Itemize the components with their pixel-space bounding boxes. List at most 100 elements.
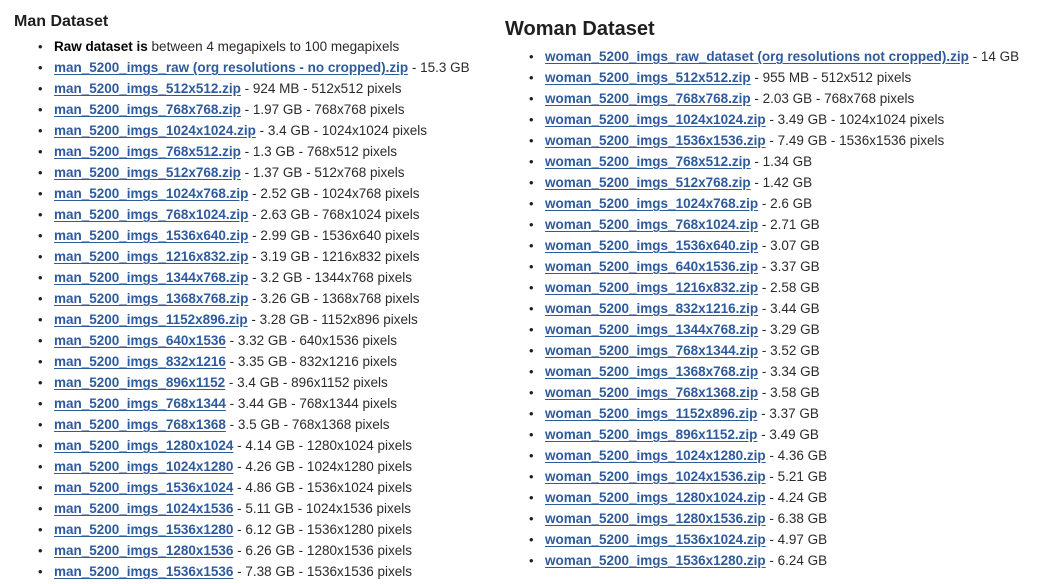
man-download-link[interactable]: man_5200_imgs_768x768.zip [54, 102, 241, 117]
bullet-icon: • [38, 480, 43, 495]
man-download-link[interactable]: man_5200_imgs_1536x640.zip [54, 228, 248, 243]
woman-download-link[interactable]: woman_5200_imgs_768x1344.zip [545, 343, 758, 358]
file-size-description: - 3.44 GB [758, 301, 820, 316]
bullet-icon: • [529, 553, 534, 568]
man-file-item: • man_5200_imgs_1024x768.zip - 2.52 GB - … [14, 183, 470, 204]
man-download-link[interactable]: man_5200_imgs_512x768.zip [54, 165, 241, 180]
woman-download-link[interactable]: woman_5200_imgs_1536x640.zip [545, 238, 758, 253]
woman-download-link[interactable]: woman_5200_imgs_768x768.zip [545, 91, 751, 106]
man-file-item: • man_5200_imgs_1024x1280 - 4.26 GB - 102… [14, 456, 470, 477]
man-download-link[interactable]: man_5200_imgs_1536x1280 [54, 522, 233, 537]
woman-download-link[interactable]: woman_5200_imgs_1368x768.zip [545, 364, 758, 379]
woman-download-link[interactable]: woman_5200_imgs_1536x1536.zip [545, 133, 766, 148]
woman-download-link[interactable]: woman_5200_imgs_512x512.zip [545, 70, 751, 85]
man-download-link[interactable]: man_5200_imgs_1280x1024 [54, 438, 233, 453]
file-size-description: - 1.97 GB - 768x768 pixels [240, 102, 405, 117]
woman-file-item: • woman_5200_imgs_1216x832.zip - 2.58 GB [505, 277, 1019, 298]
man-file-item: • man_5200_imgs_1536x1024 - 4.86 GB - 153… [14, 477, 470, 498]
bullet-icon: • [38, 123, 43, 138]
man-download-link[interactable]: man_5200_imgs_1280x1536 [54, 543, 233, 558]
woman-download-link[interactable]: woman_5200_imgs_raw_dataset (org resolut… [545, 49, 969, 64]
woman-file-item: • woman_5200_imgs_832x1216.zip - 3.44 GB [505, 298, 1019, 319]
woman-file-item: • woman_5200_imgs_1344x768.zip - 3.29 GB [505, 319, 1019, 340]
man-download-link[interactable]: man_5200_imgs_768x1344 [54, 396, 226, 411]
bullet-icon: • [529, 448, 534, 463]
bullet-icon: • [529, 91, 534, 106]
file-size-description: - 1.42 GB [750, 175, 813, 190]
man-download-link[interactable]: man_5200_imgs_896x1152 [54, 375, 225, 390]
man-download-link[interactable]: man_5200_imgs_640x1536 [54, 333, 226, 348]
man-download-link[interactable]: man_5200_imgs_1216x832.zip [54, 249, 248, 264]
man-download-link[interactable]: man_5200_imgs_1024x768.zip [54, 186, 248, 201]
woman-file-item: • woman_5200_imgs_896x1152.zip - 3.49 GB [505, 424, 1019, 445]
woman-download-link[interactable]: woman_5200_imgs_1024x1024.zip [545, 112, 766, 127]
man-download-link[interactable]: man_5200_imgs_832x1216 [54, 354, 226, 369]
woman-download-link[interactable]: woman_5200_imgs_512x768.zip [545, 175, 751, 190]
man-download-link[interactable]: man_5200_imgs_1024x1024.zip [54, 123, 256, 138]
woman-download-link[interactable]: woman_5200_imgs_768x512.zip [545, 154, 751, 169]
bullet-icon: • [38, 354, 43, 369]
man-file-item: • man_5200_imgs_768x1344 - 3.44 GB - 768x… [14, 393, 470, 414]
bullet-icon: • [529, 112, 534, 127]
man-download-link[interactable]: man_5200_imgs_1024x1536 [54, 501, 233, 516]
man-download-link[interactable]: man_5200_imgs_1536x1024 [54, 480, 233, 495]
man-file-item: • man_5200_imgs_768x1368 - 3.5 GB - 768x1… [14, 414, 470, 435]
woman-download-link[interactable]: woman_5200_imgs_1024x1536.zip [545, 469, 766, 484]
bullet-icon: • [38, 60, 43, 75]
man-download-link[interactable]: man_5200_imgs_1344x768.zip [54, 270, 248, 285]
man-download-link[interactable]: man_5200_imgs_768x1368 [54, 417, 226, 432]
bullet-icon: • [38, 165, 43, 180]
file-size-description: - 14 GB [968, 49, 1020, 64]
woman-download-link[interactable]: woman_5200_imgs_768x1368.zip [545, 385, 758, 400]
man-file-item: • man_5200_imgs_1152x896.zip - 3.28 GB - … [14, 309, 470, 330]
woman-download-link[interactable]: woman_5200_imgs_1536x1280.zip [545, 553, 766, 568]
bullet-icon: • [529, 532, 534, 547]
woman-download-link[interactable]: woman_5200_imgs_1152x896.zip [545, 406, 757, 421]
man-download-link[interactable]: man_5200_imgs_1024x1280 [54, 459, 233, 474]
woman-download-link[interactable]: woman_5200_imgs_1024x1280.zip [545, 448, 766, 463]
bullet-icon: • [38, 333, 43, 348]
man-file-item: • man_5200_imgs_768x1024.zip - 2.63 GB - … [14, 204, 470, 225]
file-size-description: - 4.14 GB - 1280x1024 pixels [233, 438, 413, 453]
man-download-link[interactable]: man_5200_imgs_512x512.zip [54, 81, 241, 96]
file-size-description: - 7.38 GB - 1536x1536 pixels [233, 564, 413, 579]
woman-download-link[interactable]: woman_5200_imgs_1344x768.zip [545, 322, 758, 337]
man-download-link[interactable]: man_5200_imgs_768x1024.zip [54, 207, 248, 222]
woman-download-link[interactable]: woman_5200_imgs_896x1152.zip [545, 427, 757, 442]
woman-file-item: • woman_5200_imgs_768x1024.zip - 2.71 GB [505, 214, 1019, 235]
woman-download-link[interactable]: woman_5200_imgs_1280x1536.zip [545, 511, 766, 526]
man-file-item: • man_5200_imgs_512x512.zip - 924 MB - 51… [14, 78, 470, 99]
woman-download-link[interactable]: woman_5200_imgs_1280x1024.zip [545, 490, 766, 505]
man-download-link[interactable]: man_5200_imgs_1152x896.zip [54, 312, 248, 327]
file-size-description: - 6.24 GB [765, 553, 828, 568]
bullet-icon: • [529, 238, 534, 253]
man-download-link[interactable]: man_5200_imgs_raw (org resolutions - no … [54, 60, 408, 75]
file-size-description: - 2.58 GB [758, 280, 820, 295]
woman-download-link[interactable]: woman_5200_imgs_1536x1024.zip [545, 532, 766, 547]
woman-download-link[interactable]: woman_5200_imgs_1216x832.zip [545, 280, 758, 295]
file-size-description: - 6.26 GB - 1280x1536 pixels [233, 543, 413, 558]
woman-download-link[interactable]: woman_5200_imgs_640x1536.zip [545, 259, 758, 274]
file-size-description: - 4.26 GB - 1024x1280 pixels [233, 459, 413, 474]
file-size-description: - 3.37 GB [758, 259, 820, 274]
woman-file-item: • woman_5200_imgs_768x512.zip - 1.34 GB [505, 151, 1019, 172]
woman-download-link[interactable]: woman_5200_imgs_832x1216.zip [545, 301, 758, 316]
file-size-description: - 3.32 GB - 640x1536 pixels [225, 333, 397, 348]
bullet-icon: • [529, 217, 534, 232]
man-file-item: • man_5200_imgs_832x1216 - 3.35 GB - 832x… [14, 351, 470, 372]
bullet-icon: • [529, 70, 534, 85]
woman-file-item: • woman_5200_imgs_1280x1536.zip - 6.38 GB [505, 508, 1019, 529]
file-size-description: - 7.49 GB - 1536x1536 pixels [765, 133, 945, 148]
woman-file-item: • woman_5200_imgs_1368x768.zip - 3.34 GB [505, 361, 1019, 382]
man-download-link[interactable]: man_5200_imgs_1536x1536 [54, 564, 233, 579]
woman-file-item: • woman_5200_imgs_768x1344.zip - 3.52 GB [505, 340, 1019, 361]
bullet-icon: • [38, 459, 43, 474]
man-file-list: • Raw dataset is between 4 megapixels to… [14, 36, 470, 582]
woman-download-link[interactable]: woman_5200_imgs_768x1024.zip [545, 217, 758, 232]
man-download-link[interactable]: man_5200_imgs_768x512.zip [54, 144, 241, 159]
bullet-icon: • [529, 322, 534, 337]
woman-download-link[interactable]: woman_5200_imgs_1024x768.zip [545, 196, 758, 211]
man-download-link[interactable]: man_5200_imgs_1368x768.zip [54, 291, 248, 306]
bullet-icon: • [529, 469, 534, 484]
bullet-icon: • [529, 490, 534, 505]
